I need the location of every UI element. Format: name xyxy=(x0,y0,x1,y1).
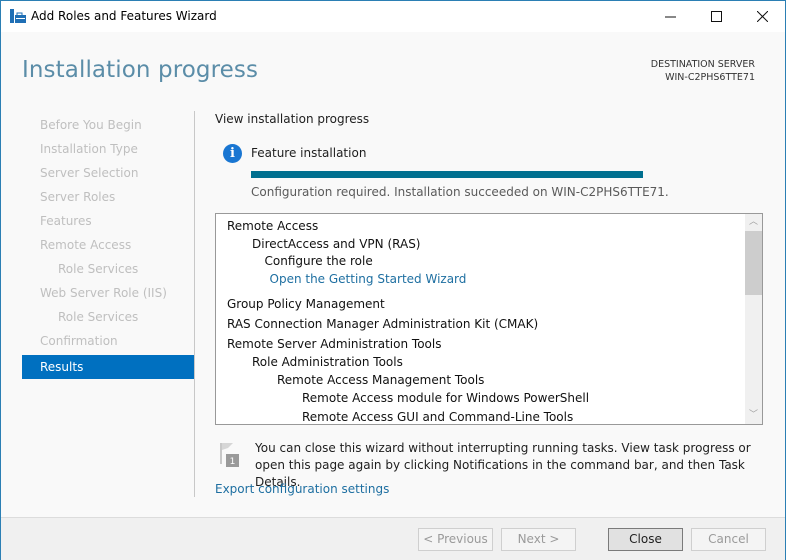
feature-installation-label: Feature installation xyxy=(251,146,367,160)
result-item: Remote Access Management Tools xyxy=(277,373,485,387)
destination-label: DESTINATION SERVER xyxy=(650,59,755,70)
maximize-button[interactable] xyxy=(693,1,739,32)
nav-item-features[interactable]: Features xyxy=(22,211,194,235)
minimize-button[interactable] xyxy=(647,1,693,32)
notification-flag-icon: 1 xyxy=(220,443,239,467)
export-configuration-link[interactable]: Export configuration settings xyxy=(215,482,389,496)
minimize-icon xyxy=(664,16,676,18)
nav-divider xyxy=(194,111,195,497)
scroll-up-icon[interactable]: ︿ xyxy=(745,214,762,231)
progress-fill xyxy=(251,171,643,178)
nav-item-server-roles[interactable]: Server Roles xyxy=(22,187,194,211)
destination-server-name: WIN-C2PHS6TTE71 xyxy=(665,72,755,83)
wizard-window: Add Roles and Features Wizard Installati… xyxy=(0,0,786,560)
nav-item-server-selection[interactable]: Server Selection xyxy=(22,163,194,187)
result-item: Remote Access GUI and Command-Line Tools xyxy=(302,410,574,424)
maximize-icon xyxy=(710,11,722,22)
results-scrollbar[interactable]: ︿ ﹀ xyxy=(745,214,762,424)
nav-item-confirmation[interactable]: Confirmation xyxy=(22,331,194,355)
installation-progress-bar xyxy=(251,171,643,178)
results-list[interactable]: Remote Access DirectAccess and VPN (RAS) C… xyxy=(215,213,763,425)
destination-server-info: DESTINATION SERVER WIN-C2PHS6TTE71 xyxy=(651,58,755,84)
nav-item-role-services[interactable]: Role Services xyxy=(22,307,194,331)
installation-status-text: Configuration required. Installation suc… xyxy=(251,185,669,199)
cancel-button[interactable]: Cancel xyxy=(691,528,766,551)
result-item: Configure the role xyxy=(264,254,373,268)
scrollbar-thumb[interactable] xyxy=(745,231,762,295)
result-item: Role Administration Tools xyxy=(252,355,403,369)
result-item: Remote Server Administration Tools xyxy=(227,337,442,351)
nav-item-remote-access[interactable]: Remote Access xyxy=(22,235,194,259)
result-item: Remote Access module for Windows PowerSh… xyxy=(302,391,590,405)
window-title: Add Roles and Features Wizard xyxy=(31,9,217,23)
previous-button[interactable]: < Previous xyxy=(418,528,493,551)
nav-item-role-services[interactable]: Role Services xyxy=(22,259,194,283)
title-bar: Add Roles and Features Wizard xyxy=(1,1,785,32)
section-heading: View installation progress xyxy=(215,112,370,126)
close-button[interactable]: Close xyxy=(608,528,683,551)
wizard-steps-nav: Before You Begin Installation Type Server … xyxy=(22,115,194,379)
result-item: Remote Access xyxy=(227,219,319,233)
result-item: DirectAccess and VPN (RAS) xyxy=(252,237,421,251)
nav-item-results[interactable]: Results xyxy=(22,355,194,379)
nav-item-installation-type[interactable]: Installation Type xyxy=(22,139,194,163)
notification-badge-count: 1 xyxy=(230,457,236,467)
page-title: Installation progress xyxy=(22,57,259,83)
info-icon: i xyxy=(223,144,242,163)
next-button[interactable]: Next > xyxy=(501,528,576,551)
server-manager-icon xyxy=(10,9,26,23)
nav-item-before-you-begin[interactable]: Before You Begin xyxy=(22,115,194,139)
result-item: Group Policy Management xyxy=(227,297,385,311)
close-icon xyxy=(756,11,768,22)
scroll-down-icon[interactable]: ﹀ xyxy=(745,407,762,424)
result-item: RAS Connection Manager Administration Ki… xyxy=(227,317,539,331)
getting-started-wizard-link[interactable]: Open the Getting Started Wizard xyxy=(270,272,467,286)
nav-item-web-server-role-iis[interactable]: Web Server Role (IIS) xyxy=(22,283,194,307)
close-window-button[interactable] xyxy=(739,1,785,32)
